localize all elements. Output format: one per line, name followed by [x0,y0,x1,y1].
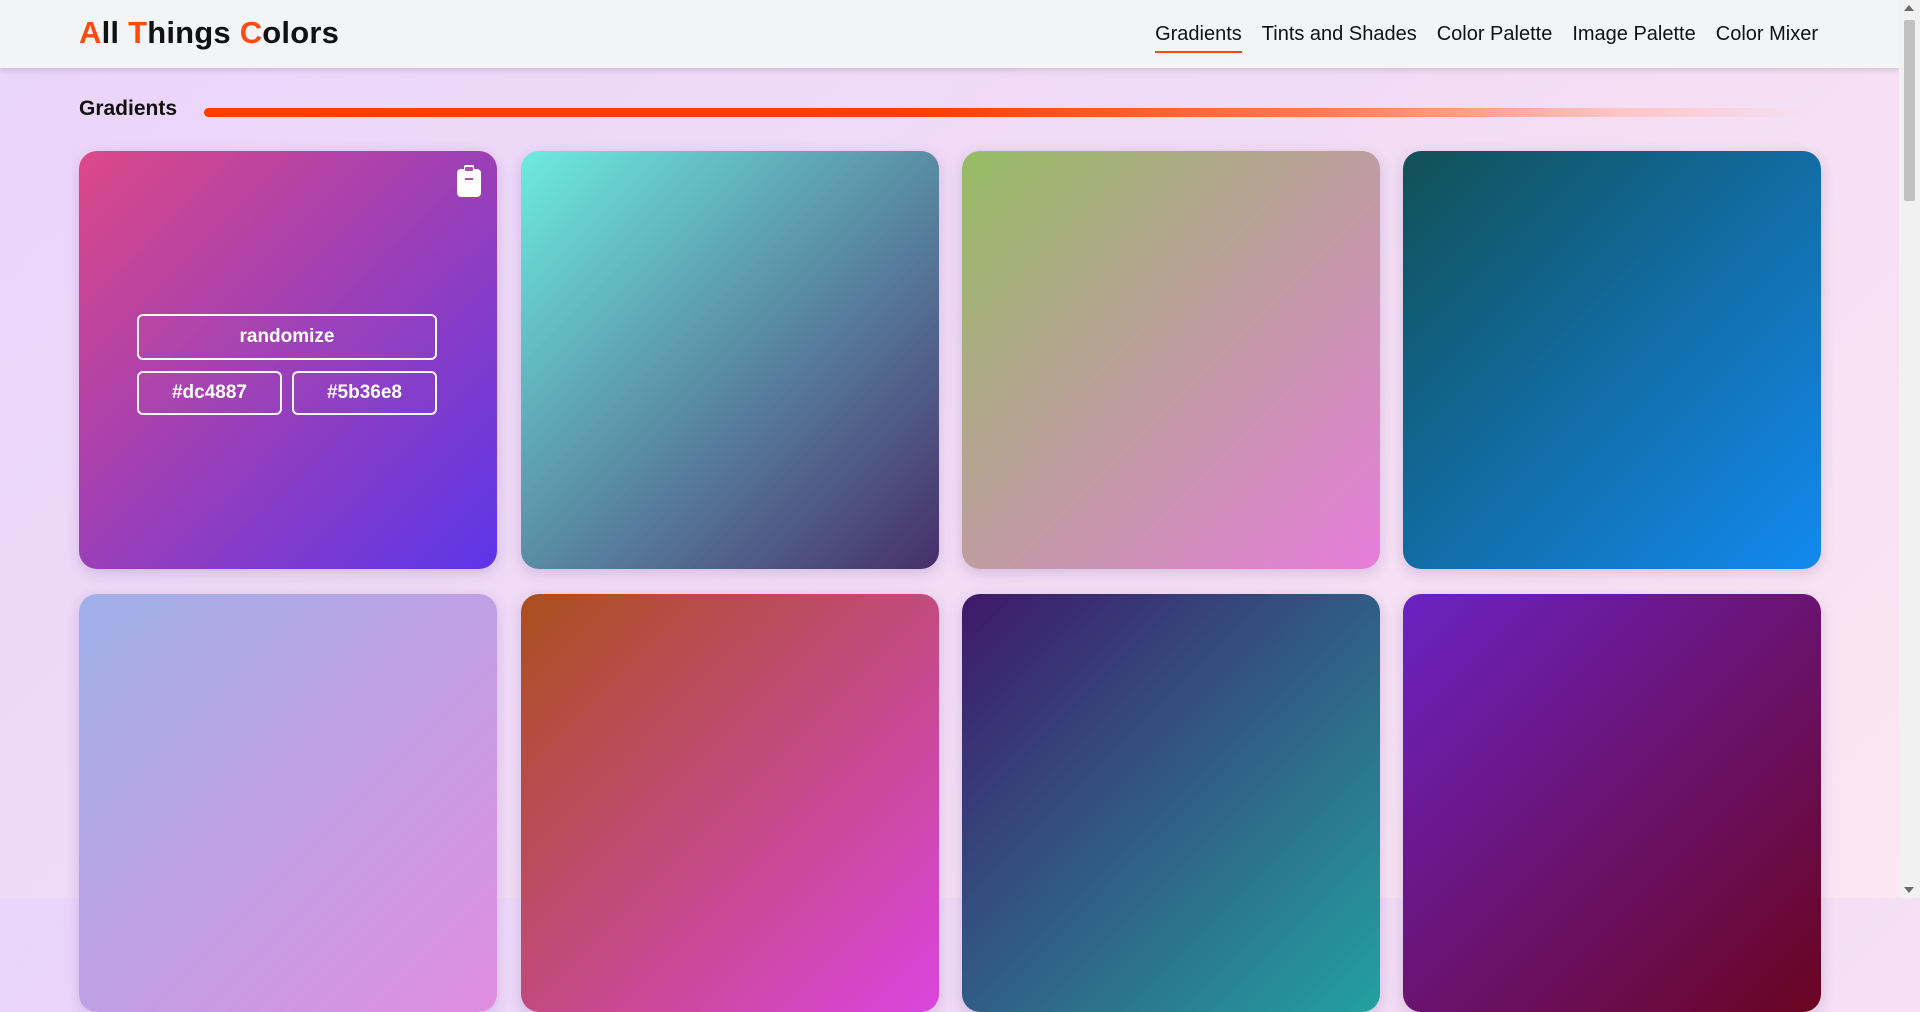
gradient-card[interactable] [521,151,939,569]
gradient-card[interactable] [962,151,1380,569]
scroll-down-arrow-icon[interactable] [1904,887,1914,893]
logo-text: hings [147,15,231,50]
gradient-card[interactable] [521,594,939,1012]
logo-text: ll [101,15,120,50]
gradient-card[interactable] [962,594,1380,1012]
nav-image-palette[interactable]: Image Palette [1572,19,1695,50]
gradient-card[interactable] [1403,151,1821,569]
color-2-button[interactable]: #5b36e8 [292,371,437,415]
nav-color-mixer[interactable]: Color Mixer [1716,19,1818,50]
gradient-card[interactable]: randomize #dc4887 #5b36e8 [79,151,497,569]
section-title: Gradients [79,97,178,120]
color-1-button[interactable]: #dc4887 [137,371,282,415]
logo-text: olors [262,15,340,50]
logo-letter: A [79,15,102,50]
scroll-up-arrow-icon[interactable] [1904,5,1914,11]
logo-letter: T [128,15,148,50]
gradient-card[interactable] [79,594,497,1012]
main-nav: Gradients Tints and Shades Color Palette… [1155,0,1818,68]
section-divider [204,108,1806,117]
nav-tints-and-shades[interactable]: Tints and Shades [1262,19,1417,50]
site-logo[interactable]: All Things Colors [79,15,339,51]
randomize-button[interactable]: randomize [137,314,437,360]
vertical-scrollbar[interactable] [1899,0,1920,898]
nav-gradients[interactable]: Gradients [1155,19,1242,53]
logo-letter: C [239,15,263,50]
nav-color-palette[interactable]: Color Palette [1437,19,1553,50]
gradient-card[interactable] [1403,594,1821,1012]
clipboard-icon[interactable] [455,165,483,197]
scroll-thumb[interactable] [1904,20,1915,201]
header-bar: All Things Colors Gradients Tints and Sh… [0,0,1899,68]
